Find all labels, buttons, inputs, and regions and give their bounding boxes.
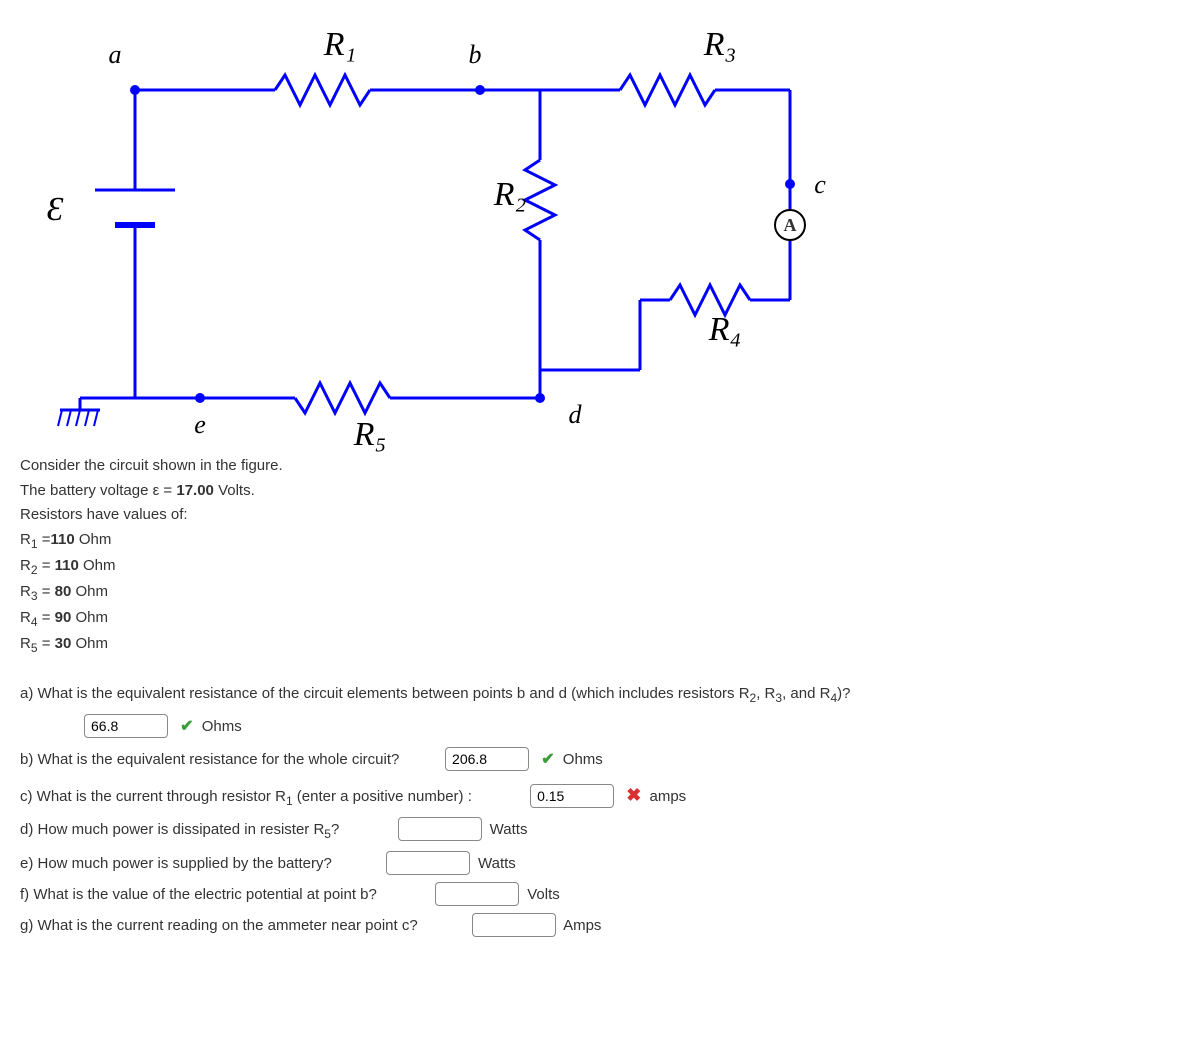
question-e-text: e) How much power is supplied by the bat… <box>20 855 332 872</box>
label-emf: Ɛ <box>47 191 64 229</box>
question-a-text: a) What is the equivalent resistance of … <box>20 685 850 702</box>
label-r5: R₅ <box>354 416 387 454</box>
answer-a-input[interactable] <box>84 714 168 738</box>
answer-f-unit: Volts <box>527 886 560 903</box>
question-d-text: d) How much power is dissipated in resis… <box>20 821 339 838</box>
check-icon: ✔ <box>541 751 554 768</box>
answer-e-input[interactable] <box>386 851 470 875</box>
intro-text: Consider the circuit shown in the figure… <box>20 455 1180 478</box>
ammeter-label: A <box>784 215 797 236</box>
node-b <box>475 85 485 95</box>
label-c: c <box>814 170 826 200</box>
label-r2: R₂ <box>494 176 527 214</box>
question-c-text: c) What is the current through resistor … <box>20 788 472 805</box>
answer-c-input[interactable] <box>530 784 614 808</box>
check-icon: ✔ <box>180 718 193 735</box>
question-f-text: f) What is the value of the electric pot… <box>20 886 377 903</box>
r1-value: R1 =110 Ohm <box>20 529 1180 553</box>
r3-value: R3 = 80 Ohm <box>20 581 1180 605</box>
node-d <box>535 393 545 403</box>
answer-g-unit: Amps <box>563 917 601 934</box>
r4-value: R4 = 90 Ohm <box>20 607 1180 631</box>
node-c <box>785 179 795 189</box>
label-a: a <box>109 40 122 70</box>
question-g-text: g) What is the current reading on the am… <box>20 917 418 934</box>
ammeter-icon: A <box>774 209 806 241</box>
answer-b-input[interactable] <box>445 747 529 771</box>
answer-a-unit: Ohms <box>202 718 242 735</box>
label-b: b <box>469 40 482 70</box>
answer-b-unit: Ohms <box>563 751 603 768</box>
answer-g-input[interactable] <box>472 913 556 937</box>
label-e: e <box>194 410 206 440</box>
question-a: a) What is the equivalent resistance of … <box>20 680 1180 710</box>
problem-statement: Consider the circuit shown in the figure… <box>20 455 1180 657</box>
question-b-text: b) What is the equivalent resistance for… <box>20 751 399 768</box>
label-r1: R₁ <box>324 26 357 64</box>
resistor-intro: Resistors have values of: <box>20 504 1180 527</box>
voltage-text: The battery voltage ε = 17.00 Volts. <box>20 480 1180 503</box>
label-d: d <box>569 400 582 430</box>
answer-f-input[interactable] <box>435 882 519 906</box>
answer-d-input[interactable] <box>398 817 482 841</box>
circuit-diagram: A a b c d e Ɛ R₁ R₂ R₃ R₄ R₅ <box>20 10 850 450</box>
label-r4: R₄ <box>709 311 742 349</box>
node-e <box>195 393 205 403</box>
answer-d-unit: Watts <box>490 821 528 838</box>
x-icon: ✖ <box>626 785 641 805</box>
label-r3: R₃ <box>704 26 737 64</box>
answer-e-unit: Watts <box>478 855 516 872</box>
node-a <box>130 85 140 95</box>
r2-value: R2 = 110 Ohm <box>20 555 1180 579</box>
r5-value: R5 = 30 Ohm <box>20 633 1180 657</box>
answer-c-unit: amps <box>650 788 687 805</box>
